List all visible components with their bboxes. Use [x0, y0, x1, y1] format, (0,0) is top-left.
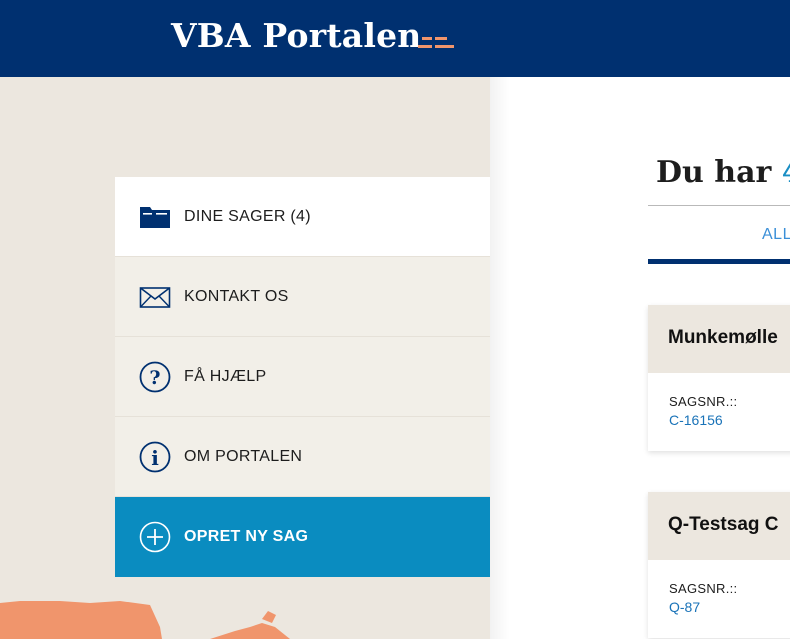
- page-title-prefix: Du har: [656, 155, 772, 190]
- case-number-label: SAGSNR.::: [669, 581, 738, 596]
- case-number-label: SAGSNR.::: [669, 394, 738, 409]
- sidebar-item-faa-hjaelp[interactable]: ? FÅ HJÆLP: [115, 337, 490, 417]
- case-card[interactable]: Q-Testsag C SAGSNR.:: Q-87: [648, 492, 790, 638]
- tab-active-indicator: [648, 259, 790, 264]
- envelope-icon: [139, 287, 171, 308]
- case-number-link[interactable]: Q-87: [669, 599, 700, 615]
- sidebar-item-label: DINE SAGER (4): [184, 208, 311, 225]
- case-card-body: SAGSNR.:: C-16156: [648, 373, 790, 451]
- sidebar-item-kontakt-os[interactable]: KONTAKT OS: [115, 257, 490, 337]
- info-icon: i: [139, 441, 171, 473]
- tab-all[interactable]: ALL: [762, 226, 790, 244]
- sidebar-item-label: KONTAKT OS: [184, 288, 289, 305]
- brand-logo-text[interactable]: VBA Portalen: [171, 14, 421, 58]
- sidebar-item-label: OM PORTALEN: [184, 448, 303, 465]
- case-card-header: Munkemølle: [648, 305, 790, 373]
- plus-circle-icon: [139, 521, 171, 553]
- svg-text:i: i: [151, 446, 159, 470]
- main-content: Du har 4 ALL Munkemølle SAGSNR.:: C-1615…: [490, 77, 790, 639]
- folder-icon: [140, 207, 170, 228]
- decorative-map-illustration: [0, 601, 290, 639]
- svg-text:?: ?: [149, 367, 160, 389]
- sidebar-item-label: OPRET NY SAG: [184, 528, 309, 545]
- case-count: 4: [782, 155, 790, 190]
- app-header: VBA Portalen: [0, 0, 790, 77]
- create-new-case-button[interactable]: OPRET NY SAG: [115, 497, 490, 577]
- page-title: Du har 4: [656, 155, 790, 190]
- divider: [648, 205, 790, 206]
- case-title[interactable]: Munkemølle: [668, 327, 778, 349]
- sidebar-menu: DINE SAGER (4) KONTAKT OS ? FÅ HJÆLP i O…: [115, 177, 490, 577]
- sidebar-item-dine-sager[interactable]: DINE SAGER (4): [115, 177, 490, 257]
- case-number-link[interactable]: C-16156: [669, 412, 723, 428]
- brand-logo-mark-icon: [418, 37, 454, 48]
- sidebar-item-label: FÅ HJÆLP: [184, 368, 267, 385]
- question-icon: ?: [139, 361, 171, 393]
- sidebar-item-om-portalen[interactable]: i OM PORTALEN: [115, 417, 490, 497]
- case-card[interactable]: Munkemølle SAGSNR.:: C-16156: [648, 305, 790, 451]
- case-card-header: Q-Testsag C: [648, 492, 790, 560]
- case-title[interactable]: Q-Testsag C: [668, 514, 779, 536]
- case-card-body: SAGSNR.:: Q-87: [648, 560, 790, 638]
